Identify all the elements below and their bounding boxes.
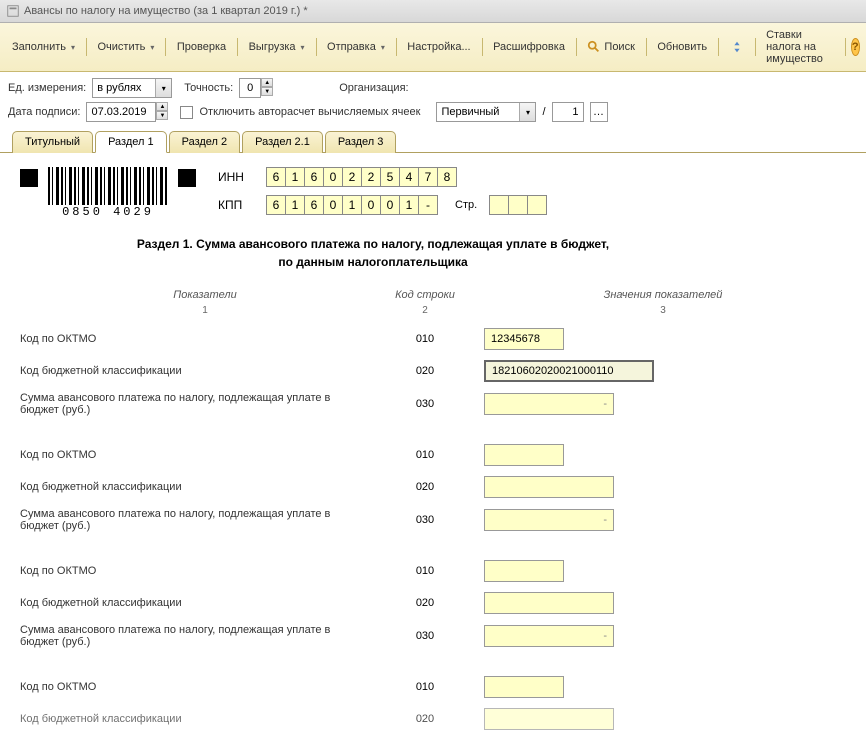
app-icon xyxy=(6,4,20,18)
row-sum: Сумма авансового платежа по налогу, подл… xyxy=(20,508,846,532)
kind-ellipsis-button[interactable]: … xyxy=(590,102,608,122)
kbk-input-4[interactable] xyxy=(484,708,614,730)
row-oktmo: Код по ОКТМО 010 xyxy=(20,444,846,466)
window-title: Авансы по налогу на имущество (за 1 квар… xyxy=(24,5,308,17)
precision-spinner[interactable]: ▲▼ xyxy=(261,78,273,98)
kbk-input-3[interactable] xyxy=(484,592,614,614)
sum-input-1[interactable]: - xyxy=(484,393,614,415)
precision-label: Точность: xyxy=(184,82,233,94)
kbk-input-2[interactable] xyxy=(484,476,614,498)
kpp-label: КПП xyxy=(218,198,254,212)
row-kbk: Код бюджетной классификации 020 18210602… xyxy=(20,360,846,382)
disable-autocalc-checkbox[interactable] xyxy=(180,106,193,119)
content: 0850 4029 ИНН 6160225478 КПП 61601001- С… xyxy=(0,153,866,754)
section-title: Раздел 1. Сумма авансового платежа по на… xyxy=(20,237,726,251)
row-kbk: Код бюджетной классификации 020 xyxy=(20,592,846,614)
tab-title[interactable]: Титульный xyxy=(12,131,93,153)
barcode-number: 0850 4029 xyxy=(62,205,154,219)
param-row-2: Дата подписи: 07.03.2019 ▲▼ Отключить ав… xyxy=(0,100,866,130)
inn-label: ИНН xyxy=(218,170,254,184)
rates-button[interactable]: Ставки налога на имущество xyxy=(760,26,840,68)
tab-section3[interactable]: Раздел 3 xyxy=(325,131,397,153)
sum-input-2[interactable]: - xyxy=(484,509,614,531)
tab-section1[interactable]: Раздел 1 xyxy=(95,131,167,153)
row-kbk: Код бюджетной классификации 020 xyxy=(20,708,846,730)
inn-cells[interactable]: 6160225478 xyxy=(266,167,456,187)
oktmo-input-3[interactable] xyxy=(484,560,564,582)
updown-button[interactable] xyxy=(724,37,750,57)
row-oktmo: Код по ОКТМО 010 12345678 xyxy=(20,328,846,350)
row-oktmo: Код по ОКТМО 010 xyxy=(20,676,846,698)
oktmo-input-1[interactable]: 12345678 xyxy=(484,328,564,350)
kind-select[interactable]: Первичный ▾ xyxy=(436,102,536,122)
tabs: Титульный Раздел 1 Раздел 2 Раздел 2.1 Р… xyxy=(0,130,866,153)
column-numbers: 1 2 3 xyxy=(20,305,846,316)
column-headers: Показатели Код строки Значения показател… xyxy=(20,289,846,301)
clear-button[interactable]: Очистить xyxy=(91,38,160,56)
dropdown-icon: ▾ xyxy=(519,103,535,121)
page-label: Стр. xyxy=(455,199,477,211)
export-button[interactable]: Выгрузка xyxy=(243,38,311,56)
kpp-cells[interactable]: 61601001- xyxy=(266,195,437,215)
precision-input[interactable]: 0 xyxy=(239,78,261,98)
tab-section2[interactable]: Раздел 2 xyxy=(169,131,241,153)
row-oktmo: Код по ОКТМО 010 xyxy=(20,560,846,582)
search-icon xyxy=(587,40,601,54)
send-button[interactable]: Отправка xyxy=(321,38,391,56)
oktmo-input-2[interactable] xyxy=(484,444,564,466)
unit-select[interactable]: в рублях ▾ xyxy=(92,78,172,98)
help-button[interactable]: ? xyxy=(851,38,860,56)
section-subtitle: по данным налогоплательщика xyxy=(20,255,726,269)
disable-autocalc-label: Отключить авторасчет вычисляемых ячеек xyxy=(199,106,420,118)
refresh-button[interactable]: Обновить xyxy=(651,38,713,56)
row-sum: Сумма авансового платежа по налогу, подл… xyxy=(20,624,846,648)
page-cells[interactable] xyxy=(489,195,546,215)
header-block: 0850 4029 ИНН 6160225478 КПП 61601001- С… xyxy=(20,167,846,223)
org-label: Организация: xyxy=(339,82,408,94)
settings-button[interactable]: Настройка... xyxy=(401,38,476,56)
oktmo-input-4[interactable] xyxy=(484,676,564,698)
fill-button[interactable]: Заполнить xyxy=(6,38,81,56)
search-button[interactable]: Поиск xyxy=(581,37,640,57)
kbk-input-1[interactable]: 18210602020021000110 xyxy=(484,360,654,382)
kind-num-input[interactable]: 1 xyxy=(552,102,584,122)
sum-input-3[interactable]: - xyxy=(484,625,614,647)
row-kbk: Код бюджетной классификации 020 xyxy=(20,476,846,498)
titlebar: Авансы по налогу на имущество (за 1 квар… xyxy=(0,0,866,23)
date-input[interactable]: 07.03.2019 xyxy=(86,102,156,122)
decode-button[interactable]: Расшифровка xyxy=(487,38,571,56)
barcode: 0850 4029 xyxy=(48,167,168,219)
unit-label: Ед. измерения: xyxy=(8,82,86,94)
marker-square-left xyxy=(20,169,38,187)
param-row-1: Ед. измерения: в рублях ▾ Точность: 0 ▲▼… xyxy=(0,72,866,100)
toolbar: Заполнить Очистить Проверка Выгрузка Отп… xyxy=(0,23,866,72)
updown-icon xyxy=(730,40,744,54)
barcode-bars xyxy=(48,167,168,205)
dropdown-icon: ▾ xyxy=(155,79,171,97)
date-label: Дата подписи: xyxy=(8,106,80,118)
marker-square-right xyxy=(178,169,196,187)
kind-sep: / xyxy=(542,106,545,118)
date-spinner[interactable]: ▲▼ xyxy=(156,102,168,122)
check-button[interactable]: Проверка xyxy=(171,38,232,56)
tab-section21[interactable]: Раздел 2.1 xyxy=(242,131,323,153)
row-sum: Сумма авансового платежа по налогу, подл… xyxy=(20,392,846,416)
